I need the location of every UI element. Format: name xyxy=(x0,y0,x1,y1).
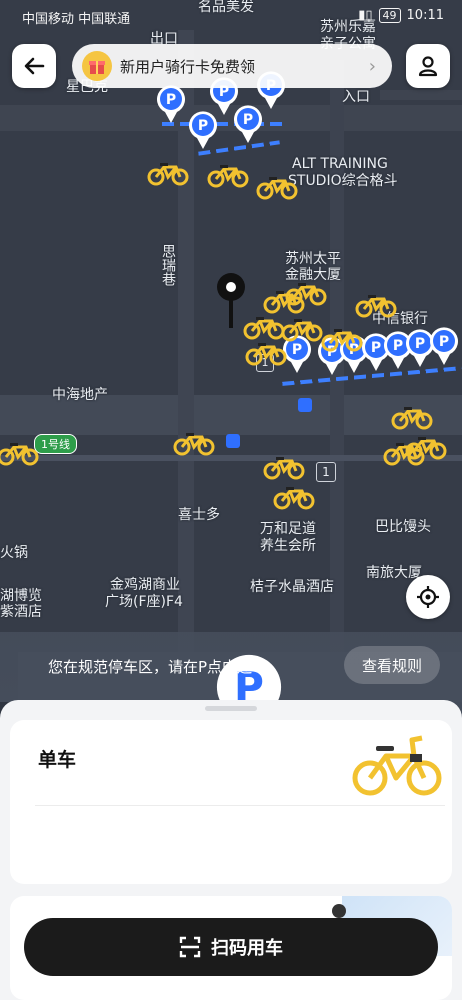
bike-marker-icon[interactable] xyxy=(146,160,190,186)
poi-label: 金鸡湖商业 xyxy=(110,577,180,593)
scan-icon xyxy=(179,936,201,958)
profile-button[interactable] xyxy=(406,44,450,88)
scan-to-ride-button[interactable]: 扫码用车 xyxy=(24,918,438,976)
bike-marker-icon[interactable] xyxy=(382,440,426,466)
clock-text: 10:11 xyxy=(406,8,444,23)
parking-pin-icon[interactable]: P xyxy=(155,84,187,124)
poi-label: STUDIO综合格斗 xyxy=(288,173,398,189)
route-badge: 1 xyxy=(316,462,336,482)
bike-marker-icon[interactable] xyxy=(272,484,316,510)
poi-label: 中海地产 xyxy=(52,387,108,403)
bike-marker-icon[interactable] xyxy=(354,292,398,318)
bike-marker-icon[interactable] xyxy=(0,440,40,466)
svg-text:P: P xyxy=(292,342,302,358)
svg-text:P: P xyxy=(415,336,425,352)
bike-marker-icon[interactable] xyxy=(244,340,288,366)
poi-label: 巴比馒头 xyxy=(375,519,431,535)
view-rules-button[interactable]: 查看规则 xyxy=(344,646,440,684)
parking-pin-icon[interactable]: P xyxy=(428,326,460,366)
promo-avatar xyxy=(82,51,112,81)
svg-text:P: P xyxy=(198,118,208,134)
battery-indicator: 49 xyxy=(378,8,401,23)
crosshair-icon xyxy=(417,586,439,608)
metro-line-badge: 1号线 xyxy=(34,434,77,454)
bike-card-title: 单车 xyxy=(38,749,77,771)
bicycle-illustration-icon xyxy=(352,735,442,796)
poi-label: 入口 xyxy=(342,89,370,105)
chevron-right-icon: › xyxy=(368,55,376,77)
card-divider xyxy=(35,805,445,806)
svg-text:P: P xyxy=(393,338,403,354)
svg-text:P: P xyxy=(371,340,381,356)
svg-text:P: P xyxy=(166,92,176,108)
gift-icon xyxy=(89,61,105,74)
svg-text:P: P xyxy=(243,112,253,128)
poi-label: 桔子水晶酒店 xyxy=(250,579,334,595)
location-pin-icon xyxy=(217,273,245,328)
bike-marker-icon[interactable] xyxy=(172,430,216,456)
poi-label: 苏州太平 xyxy=(285,251,341,267)
poi-label: 思瑞巷 xyxy=(160,244,176,286)
parking-notice-text: 您在规范停车区，请在P点内还车 xyxy=(48,658,268,676)
bike-marker-icon[interactable] xyxy=(284,280,328,306)
parking-pin-icon[interactable]: P xyxy=(232,104,264,144)
bike-marker-icon[interactable] xyxy=(280,316,324,342)
poi-label: 湖博览 xyxy=(0,588,42,604)
poi-label: 广场(F座)F4 xyxy=(105,594,183,610)
promo-banner[interactable]: 新用户骑行卡免费领 › xyxy=(72,44,392,88)
signal-icon: ▮▯ xyxy=(358,8,373,23)
bike-marker-icon[interactable] xyxy=(206,162,250,188)
user-icon xyxy=(418,56,438,77)
bike-marker-icon[interactable] xyxy=(255,174,299,200)
scan-button-label: 扫码用车 xyxy=(211,938,283,959)
svg-text:P: P xyxy=(439,334,449,350)
bike-marker-icon[interactable] xyxy=(390,404,434,430)
metro-icon xyxy=(226,434,240,448)
poi-label: 万和足道 xyxy=(260,521,316,537)
poi-label: 喜士多 xyxy=(178,507,220,523)
person-icon xyxy=(332,904,346,918)
map-view[interactable]: 名品美发 出口 苏州乐嘉 亲子公寓 星巴克 入口 ALT TRAINING ST… xyxy=(0,0,462,700)
parking-pin-icon[interactable]: P xyxy=(187,110,219,150)
bike-marker-icon[interactable] xyxy=(320,326,364,352)
locate-button[interactable] xyxy=(406,575,450,619)
back-button[interactable] xyxy=(12,44,56,88)
bike-marker-icon[interactable] xyxy=(262,454,306,480)
poi-label: 火锅 xyxy=(0,545,28,561)
promo-text: 新用户骑行卡免费领 xyxy=(120,57,256,76)
status-bar: 中国移动 中国联通 ▮▯ 49 10:11 xyxy=(0,0,462,32)
arrow-left-icon xyxy=(24,57,45,75)
poi-label: 养生会所 xyxy=(260,538,316,554)
sheet-handle[interactable] xyxy=(205,706,257,711)
carrier-text: 中国移动 中国联通 xyxy=(22,12,131,27)
metro-icon xyxy=(298,398,312,412)
poi-label: 紫酒店 xyxy=(0,604,42,620)
poi-label: ALT TRAINING xyxy=(292,156,388,172)
